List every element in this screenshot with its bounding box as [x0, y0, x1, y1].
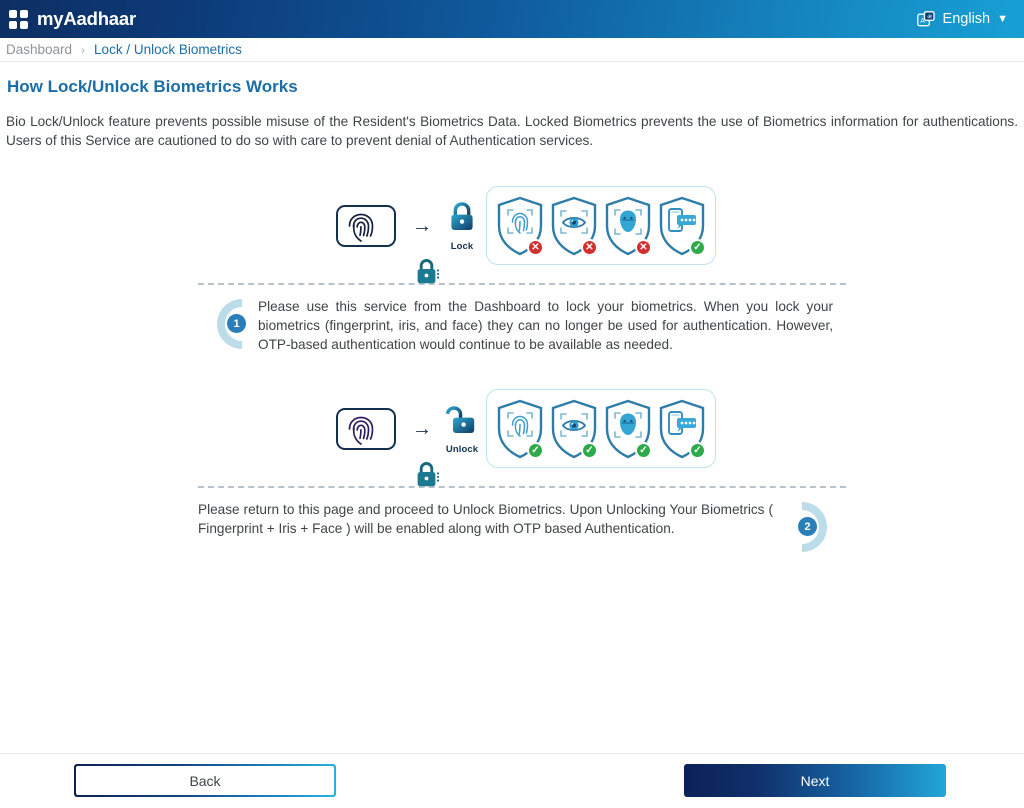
shield-face: ✓ — [602, 398, 654, 460]
breadcrumb-current[interactable]: Lock / Unlock Biometrics — [94, 42, 242, 57]
status-badge-disabled: ✕ — [527, 239, 544, 256]
padlock-closed-icon — [445, 200, 479, 239]
page-content: How Lock/Unlock Biometrics Works Bio Loc… — [0, 77, 1024, 790]
grid-logo-icon — [9, 9, 28, 29]
shield-face: ✕ — [602, 195, 654, 257]
step-number-badge: 1 — [227, 314, 246, 333]
breadcrumb: Dashboard › Lock / Unlock Biometrics — [0, 38, 1024, 62]
step-divider — [198, 283, 846, 285]
page-title: How Lock/Unlock Biometrics Works — [7, 77, 298, 96]
status-badge-enabled: ✓ — [635, 442, 652, 459]
shield-panel-unlocked: ✓ ✓ ✓ ✓ — [486, 389, 716, 468]
lock-state-group: Lock — [440, 200, 484, 252]
breadcrumb-separator-icon: › — [81, 42, 86, 57]
lock-label: Lock — [450, 240, 474, 252]
padlock-open-icon — [444, 403, 480, 442]
back-button[interactable]: Back — [74, 764, 336, 797]
language-label: English — [942, 11, 991, 27]
unlock-state-group: Unlock — [440, 403, 484, 455]
brand[interactable]: myAadhaar — [9, 8, 136, 30]
shield-fingerprint: ✕ — [494, 195, 546, 257]
status-badge-disabled: ✕ — [581, 239, 598, 256]
unlock-label: Unlock — [445, 443, 479, 455]
step-1-text: Please use this service from the Dashboa… — [258, 299, 833, 352]
status-badge-disabled: ✕ — [635, 239, 652, 256]
app-header: myAadhaar A अ English ▼ — [0, 0, 1024, 38]
chevron-down-icon[interactable]: ▼ — [997, 13, 1008, 25]
back-button-label: Back — [76, 766, 334, 795]
shield-iris: ✓ — [548, 398, 600, 460]
arrow-right-icon: → — [412, 417, 432, 440]
status-badge-enabled: ✓ — [689, 442, 706, 459]
step-2-text: Please return to this page and proceed t… — [198, 502, 773, 536]
fingerprint-card-icon — [336, 407, 440, 486]
shield-otp: ✓ — [656, 398, 708, 460]
shield-fingerprint: ✓ — [494, 398, 546, 460]
footer-actions: Back Next — [0, 753, 1024, 808]
step-divider — [198, 486, 846, 488]
lock-illustration: → Lock ✕ ✕ ✕ ✓ — [336, 186, 1018, 283]
fingerprint-card-icon — [336, 204, 440, 283]
step-number-badge: 2 — [798, 517, 817, 536]
status-badge-enabled: ✓ — [689, 239, 706, 256]
arrow-right-icon: → — [412, 214, 432, 237]
shield-panel-locked: ✕ ✕ ✕ ✓ — [486, 186, 716, 265]
next-button[interactable]: Next — [684, 764, 946, 797]
brand-name: myAadhaar — [37, 8, 136, 29]
breadcrumb-dashboard[interactable]: Dashboard — [6, 42, 72, 57]
svg-text:A: A — [920, 18, 925, 25]
step-2: 2 Please return to this page and proceed… — [6, 500, 1018, 552]
step-1: 1 Please use this service from the Dashb… — [6, 297, 1018, 354]
translate-icon: A अ — [916, 10, 937, 28]
status-badge-enabled: ✓ — [527, 442, 544, 459]
intro-paragraph: Bio Lock/Unlock feature prevents possibl… — [6, 114, 1018, 148]
shield-otp: ✓ — [656, 195, 708, 257]
svg-text:अ: अ — [927, 14, 932, 20]
shield-iris: ✕ — [548, 195, 600, 257]
unlock-illustration: → Unlock ✓ ✓ ✓ ✓ — [336, 389, 1018, 486]
status-badge-enabled: ✓ — [581, 442, 598, 459]
language-selector[interactable]: A अ English ▼ — [916, 10, 1008, 28]
